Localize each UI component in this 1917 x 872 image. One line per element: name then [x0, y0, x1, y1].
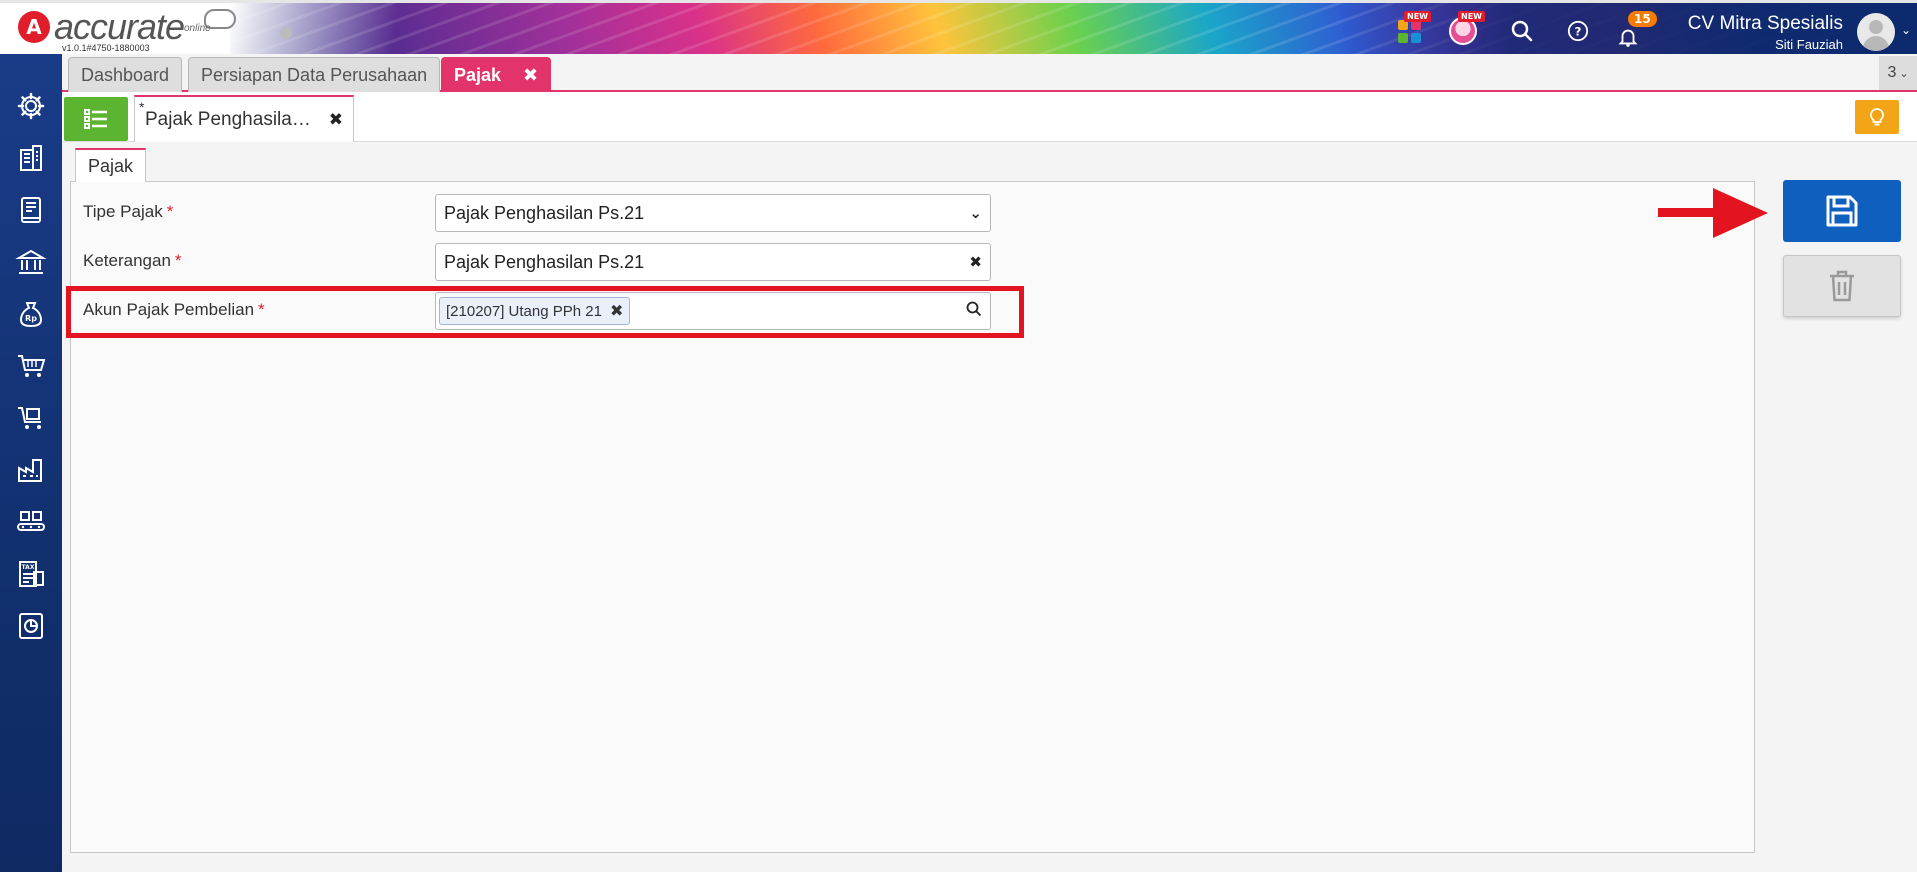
logo-online-text: online: [184, 23, 211, 34]
new-badge: NEW: [1458, 11, 1485, 22]
tab-pajak[interactable]: Pajak ✖: [441, 57, 552, 92]
apps-grid-icon: [1397, 19, 1421, 43]
sidebar-item-company[interactable]: [13, 140, 49, 176]
sidebar-item-purchase[interactable]: [13, 400, 49, 436]
version-text: v1.0.1#4750-1880003: [62, 43, 150, 53]
sidebar-item-tax[interactable]: TAX: [13, 556, 49, 592]
user-name: Siti Fauziah: [1775, 37, 1843, 52]
sidebar-item-ledger[interactable]: [13, 192, 49, 228]
logo-mark-icon: A: [18, 11, 50, 43]
tips-button[interactable]: [1855, 100, 1899, 134]
list-menu-button[interactable]: [64, 97, 128, 141]
chevron-down-icon: ⌄: [1899, 67, 1909, 80]
bank-icon: [15, 249, 47, 274]
new-badge: NEW: [1404, 11, 1431, 22]
document-tab[interactable]: * Pajak Penghasila… ✖: [134, 95, 354, 142]
close-icon[interactable]: ✖: [523, 65, 538, 86]
list-icon: [84, 109, 107, 129]
svg-text:Rp: Rp: [25, 314, 37, 323]
inner-tab-label: Pajak: [88, 155, 134, 176]
bell-icon: [1618, 29, 1638, 47]
sidebar-item-sales[interactable]: [13, 348, 49, 384]
save-icon: [1826, 195, 1858, 227]
cart-icon: [18, 355, 46, 377]
report-icon: [19, 613, 43, 639]
logo-text: accurate: [54, 6, 185, 47]
chevron-down-icon[interactable]: ⌄: [1901, 23, 1911, 37]
book-icon: [21, 197, 41, 223]
money-bag-icon: Rp: [19, 302, 43, 328]
factory-icon: [18, 459, 42, 482]
tab-count-value: 3: [1887, 64, 1897, 81]
cart-box-icon: [18, 407, 41, 429]
required-marker: *: [174, 251, 182, 270]
sidebar-item-bank[interactable]: [13, 244, 49, 280]
document-tab-label: Pajak Penghasila…: [145, 108, 311, 130]
search-icon: [1511, 20, 1533, 42]
tipe-pajak-select[interactable]: Pajak Penghasilan Ps.21 ⌄: [435, 194, 991, 232]
sidebar-item-reports[interactable]: [13, 608, 49, 644]
keterangan-label: Keterangan *: [83, 251, 182, 271]
tipe-pajak-value: Pajak Penghasilan Ps.21: [444, 202, 645, 223]
trash-icon: [1830, 270, 1854, 302]
tipe-pajak-label: Tipe Pajak *: [83, 202, 173, 222]
save-button[interactable]: [1783, 180, 1901, 242]
keterangan-input[interactable]: Pajak Penghasilan Ps.21 ✖: [435, 243, 991, 281]
tab-dashboard[interactable]: Dashboard: [68, 57, 183, 92]
notification-count-badge: 15: [1628, 11, 1657, 27]
highlight-annotation-box: [66, 286, 1024, 338]
sidebar-item-settings[interactable]: [13, 88, 49, 124]
clear-icon[interactable]: ✖: [969, 253, 982, 271]
delete-button[interactable]: [1783, 255, 1901, 317]
gear-icon: [17, 92, 45, 120]
user-avatar[interactable]: [1857, 13, 1895, 51]
company-name: CV Mitra Spesialis: [1687, 13, 1843, 34]
svg-text:?: ?: [1575, 25, 1582, 39]
assistant-button[interactable]: NEW: [1447, 11, 1485, 47]
status-dot: [280, 27, 292, 39]
chevron-down-icon: ⌄: [969, 205, 982, 222]
building-icon: [20, 145, 42, 171]
tab-count-dropdown[interactable]: 3 ⌄: [1879, 56, 1917, 90]
search-button[interactable]: [1506, 15, 1538, 47]
tipe-pajak-label-text: Tipe Pajak: [83, 202, 163, 221]
sidebar-item-inventory[interactable]: [13, 452, 49, 488]
tab-label: Pajak: [454, 64, 502, 85]
sidebar-item-receivable[interactable]: Rp: [13, 296, 49, 332]
annotation-arrow-icon: [1658, 188, 1768, 238]
document-toolbar: * Pajak Penghasila… ✖: [62, 92, 1917, 142]
help-button[interactable]: ?: [1562, 15, 1594, 47]
required-marker: *: [166, 202, 174, 221]
tax-icon: TAX: [19, 561, 44, 587]
apps-button[interactable]: NEW: [1393, 11, 1431, 47]
inner-tab-pajak[interactable]: Pajak: [75, 148, 147, 182]
keterangan-label-text: Keterangan: [83, 251, 171, 270]
tab-label: Persiapan Data Perusahaan: [201, 64, 428, 85]
tab-persiapan-data-perusahaan[interactable]: Persiapan Data Perusahaan: [188, 57, 441, 92]
module-tabbar: Dashboard Persiapan Data Perusahaan Paja…: [62, 54, 1917, 92]
svg-text:TAX: TAX: [22, 564, 35, 571]
lightbulb-icon: [1870, 108, 1884, 126]
company-info[interactable]: CV Mitra Spesialis Siti Fauziah: [1688, 13, 1843, 52]
modified-marker: *: [139, 99, 145, 115]
notification-button[interactable]: 15: [1612, 11, 1657, 47]
sidebar-item-manufacturing[interactable]: [13, 504, 49, 540]
accurate-logo[interactable]: A accurate: [18, 6, 185, 47]
app-header: A accurate online v1.0.1#4750-1880003 NE…: [0, 0, 1917, 54]
keterangan-value: Pajak Penghasilan Ps.21: [444, 251, 645, 272]
left-sidebar: Rp TAX: [0, 54, 62, 872]
tab-label: Dashboard: [81, 64, 170, 85]
close-icon[interactable]: ✖: [329, 110, 343, 130]
form-panel: Tipe Pajak * Pajak Penghasilan Ps.21 ⌄ Ke…: [70, 181, 1755, 853]
conveyor-icon: [17, 511, 45, 531]
help-icon: ?: [1567, 20, 1589, 42]
